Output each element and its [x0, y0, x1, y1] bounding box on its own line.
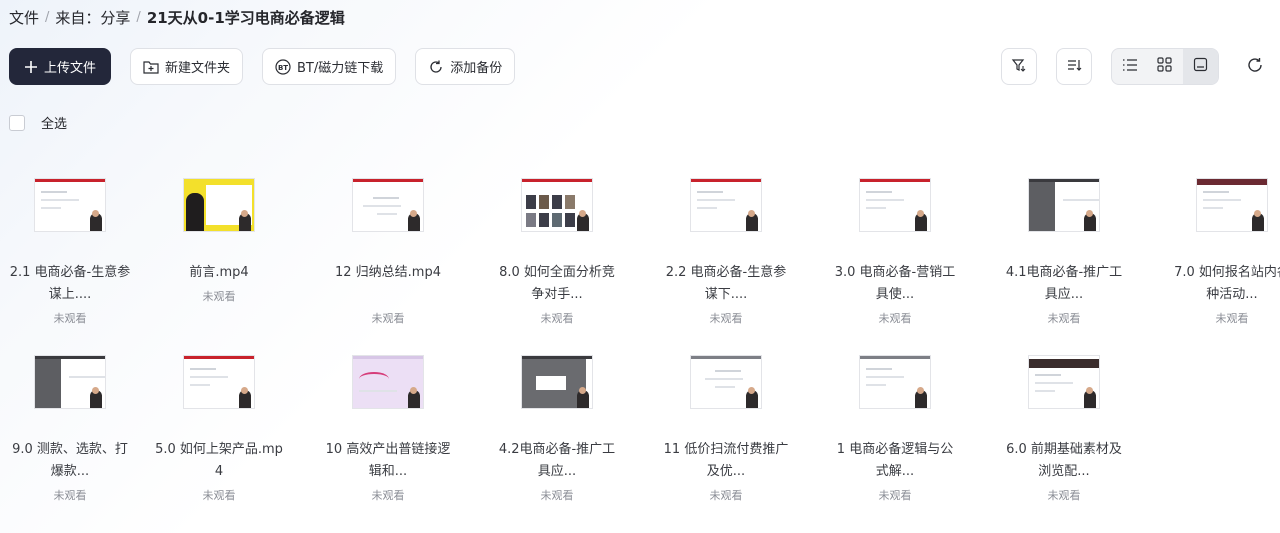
watch-status: 未观看 — [371, 312, 405, 325]
list-icon — [1122, 57, 1138, 76]
video-thumbnail — [352, 355, 424, 409]
video-thumbnail — [690, 178, 762, 232]
file-name: 9.0 测款、选款、打爆款... — [12, 442, 128, 479]
refresh-button[interactable] — [1240, 48, 1270, 85]
video-thumbnail — [34, 178, 106, 232]
video-thumbnail — [1028, 178, 1100, 232]
video-thumbnail — [183, 178, 255, 232]
filter-icon — [1011, 57, 1027, 77]
file-name: 1 电商必备逻辑与公式解... — [836, 442, 954, 479]
watch-status: 未观看 — [202, 489, 236, 502]
watch-status: 未观看 — [53, 312, 87, 325]
breadcrumb-root[interactable]: 文件 — [9, 7, 39, 28]
file-name: 6.0 前期基础素材及浏览配... — [1006, 442, 1122, 479]
watch-status: 未观看 — [202, 290, 236, 303]
file-name: 5.0 如何上架产品.mp4 — [155, 442, 283, 479]
watch-status: 未观看 — [709, 489, 743, 502]
file-name: 4.1电商必备-推广工具应... — [1005, 265, 1123, 302]
watch-status: 未观看 — [540, 312, 574, 325]
breadcrumb-separator: / — [136, 9, 141, 25]
file-name: 3.0 电商必备-营销工具使... — [834, 265, 956, 302]
breadcrumb-current: 21天从0-1学习电商必备逻辑 — [146, 8, 345, 27]
file-name: 8.0 如何全面分析竞争对手... — [499, 265, 615, 302]
file-name: 4.2电商必备-推广工具应... — [498, 442, 616, 479]
video-thumbnail — [859, 355, 931, 409]
watch-status: 未观看 — [878, 312, 912, 325]
file-name: 10 高效产出普链接逻辑和... — [325, 442, 451, 479]
video-thumbnail — [1196, 178, 1268, 232]
list-view-button[interactable] — [1112, 49, 1147, 84]
view-controls — [0, 48, 1280, 85]
video-thumbnail — [1028, 355, 1100, 409]
select-all-checkbox[interactable] — [9, 114, 25, 131]
refresh-icon — [1246, 56, 1264, 78]
video-thumbnail — [859, 178, 931, 232]
video-thumbnail — [521, 355, 593, 409]
video-thumbnail — [521, 178, 593, 232]
video-thumbnail — [34, 355, 106, 409]
grid-icon — [1157, 57, 1173, 76]
breadcrumb: 文件 / 来自：分享 / 21天从0-1学习电商必备逻辑 — [9, 7, 345, 27]
watch-status: 未观看 — [371, 489, 405, 502]
video-thumbnail — [352, 178, 424, 232]
thumbnail-view-button[interactable] — [1182, 49, 1218, 84]
watch-status: 未观看 — [1047, 312, 1081, 325]
watch-status: 未观看 — [53, 489, 87, 502]
file-name: 2.1 电商必备-生意参谋上.... — [9, 265, 131, 302]
breadcrumb-separator: / — [45, 9, 50, 25]
file-name: 前言.mp4 — [189, 265, 249, 280]
watch-status: 未观看 — [1047, 489, 1081, 502]
file-name: 7.0 如何报名站内各种活动... — [1174, 265, 1280, 302]
filter-button[interactable] — [1001, 48, 1037, 85]
video-thumbnail — [183, 355, 255, 409]
watch-status: 未观看 — [878, 489, 912, 502]
video-thumbnail — [690, 355, 762, 409]
file-name: 2.2 电商必备-生意参谋下.... — [665, 265, 787, 302]
thumbnail-icon — [1193, 57, 1208, 76]
file-name: 11 低价扫流付费推广及优... — [663, 442, 789, 479]
watch-status: 未观看 — [540, 489, 574, 502]
watch-status: 未观看 — [709, 312, 743, 325]
sort-icon — [1066, 57, 1082, 77]
watch-status: 未观看 — [1215, 312, 1249, 325]
select-all[interactable]: 全选 — [9, 113, 67, 132]
view-mode-group — [1111, 48, 1219, 85]
select-all-label: 全选 — [41, 117, 68, 132]
breadcrumb-from[interactable]: 来自：分享 — [55, 7, 130, 28]
sort-button[interactable] — [1056, 48, 1092, 85]
file-name: 12 归纳总结.mp4 — [335, 265, 441, 280]
grid-view-button[interactable] — [1147, 49, 1182, 84]
